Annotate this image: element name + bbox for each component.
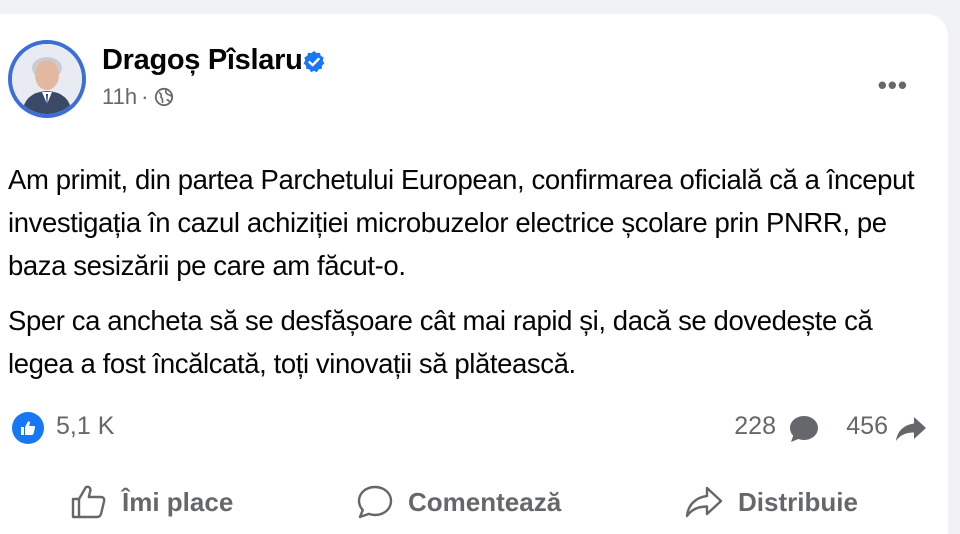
post-body: Am primit, din partea Parchetului Europe… <box>8 158 938 397</box>
avatar-photo <box>12 44 82 114</box>
comment-bubble-icon <box>790 416 818 442</box>
comment-outline-icon <box>357 485 393 519</box>
share-outline-icon <box>685 486 723 518</box>
share-button-label: Distribuie <box>738 486 858 517</box>
like-button-label: Îmi place <box>122 486 234 517</box>
meta-separator: · <box>141 84 149 109</box>
thumbs-up-outline-icon <box>71 485 106 519</box>
globe-icon[interactable] <box>154 87 174 107</box>
post-card: Dragoș Pîslaru 11h · ••• Am primit, din … <box>0 14 948 534</box>
comments-count[interactable]: 228 <box>734 412 776 441</box>
comment-button-label: Comentează <box>408 486 562 517</box>
author-name[interactable]: Dragoș Pîslaru <box>102 44 303 77</box>
post-meta: 11h · <box>102 84 174 110</box>
post-paragraph: Sper ca ancheta să se desfășoare cât mai… <box>8 305 873 379</box>
shares-count[interactable]: 456 <box>846 412 888 441</box>
person-portrait-icon <box>12 44 82 114</box>
verified-badge-icon <box>303 51 325 73</box>
share-button[interactable]: Distribuie <box>684 482 858 522</box>
like-reaction-icon[interactable] <box>12 412 44 444</box>
post-header: Dragoș Pîslaru 11h · ••• <box>8 40 938 120</box>
post-stats: 5,1 K 228 456 <box>8 410 930 446</box>
thumbs-up-icon <box>21 421 36 435</box>
author-avatar[interactable] <box>8 40 86 118</box>
more-options-button[interactable]: ••• <box>878 70 908 101</box>
like-button[interactable]: Îmi place <box>70 482 233 522</box>
share-arrow-icon <box>896 417 926 441</box>
post-time[interactable]: 11h <box>102 84 137 110</box>
reactions-count[interactable]: 5,1 K <box>56 412 114 441</box>
post-paragraph: Am primit, din partea Parchetului Europe… <box>8 164 915 281</box>
comment-button[interactable]: Comentează <box>356 482 561 522</box>
